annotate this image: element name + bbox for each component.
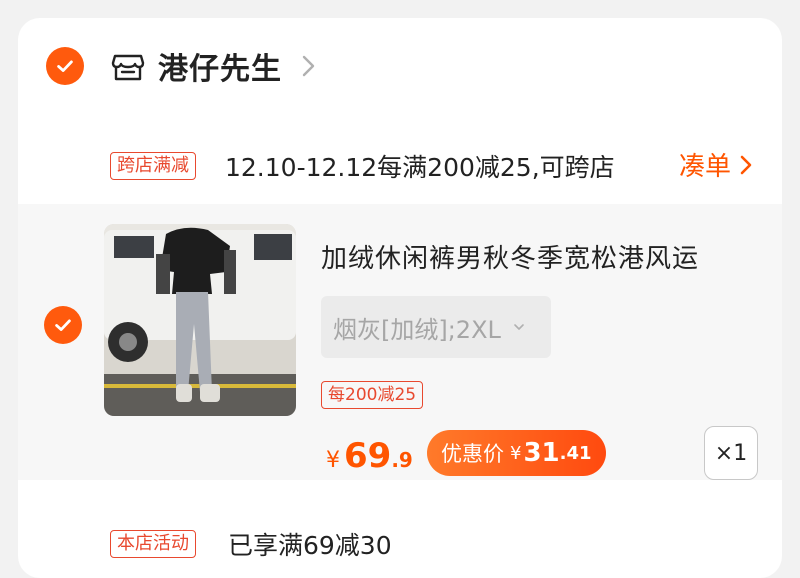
quantity-button[interactable]: ×1: [704, 426, 758, 480]
check-icon: [57, 60, 73, 72]
promo-text: 12.10-12.12每满200减25,可跨店: [225, 153, 615, 182]
price-decimal: .9: [391, 448, 413, 472]
store-select-checkbox[interactable]: [46, 47, 84, 85]
cart-item: 加绒休闲裤男秋冬季宽松港风运 烟灰[加绒];2XL 每200减25 ¥ 69 .…: [18, 204, 782, 480]
check-icon: [55, 319, 71, 331]
product-image: [104, 224, 296, 416]
sku-text: 烟灰[加绒];2XL: [333, 315, 501, 344]
product-title[interactable]: 加绒休闲裤男秋冬季宽松港风运: [321, 238, 699, 275]
discount-symbol: ¥: [510, 442, 522, 464]
promo-tag: 跨店满减: [110, 152, 196, 180]
item-promo-tag: 每200减25: [321, 381, 424, 409]
price-integer: 69: [344, 436, 392, 476]
chevron-down-icon: [514, 324, 524, 330]
discount-label: 优惠价: [441, 442, 504, 466]
store-name[interactable]: 港仔先生: [158, 44, 282, 88]
chevron-right-icon: [740, 155, 752, 174]
coudan-button[interactable]: 凑单: [679, 146, 753, 183]
price-symbol: ¥: [326, 448, 340, 473]
quantity-value: ×1: [714, 440, 748, 466]
store-header: 港仔先生: [18, 18, 782, 118]
cart-store-card: 港仔先生 跨店满减 12.10-12.12每满200减25,可跨店 凑单 加绒休…: [18, 18, 782, 578]
chevron-right-icon[interactable]: [300, 51, 318, 81]
discount-price-badge[interactable]: 优惠价 ¥ 31 .41: [427, 430, 606, 476]
discount-decimal: .41: [559, 442, 592, 464]
coudan-label: 凑单: [679, 152, 732, 182]
store-activity-text: 已享满69减30: [228, 531, 392, 560]
cross-store-promo: 跨店满减 12.10-12.12每满200减25,可跨店 凑单: [18, 128, 782, 198]
product-thumbnail[interactable]: [104, 224, 296, 416]
store-activity: 本店活动 已享满69减30: [18, 498, 782, 578]
discount-integer: 31: [523, 438, 560, 468]
sku-selector[interactable]: 烟灰[加绒];2XL: [321, 296, 551, 358]
store-activity-tag: 本店活动: [110, 530, 196, 558]
item-price: ¥ 69 .9: [326, 436, 413, 476]
store-icon: [111, 54, 145, 81]
item-select-checkbox[interactable]: [44, 306, 82, 344]
